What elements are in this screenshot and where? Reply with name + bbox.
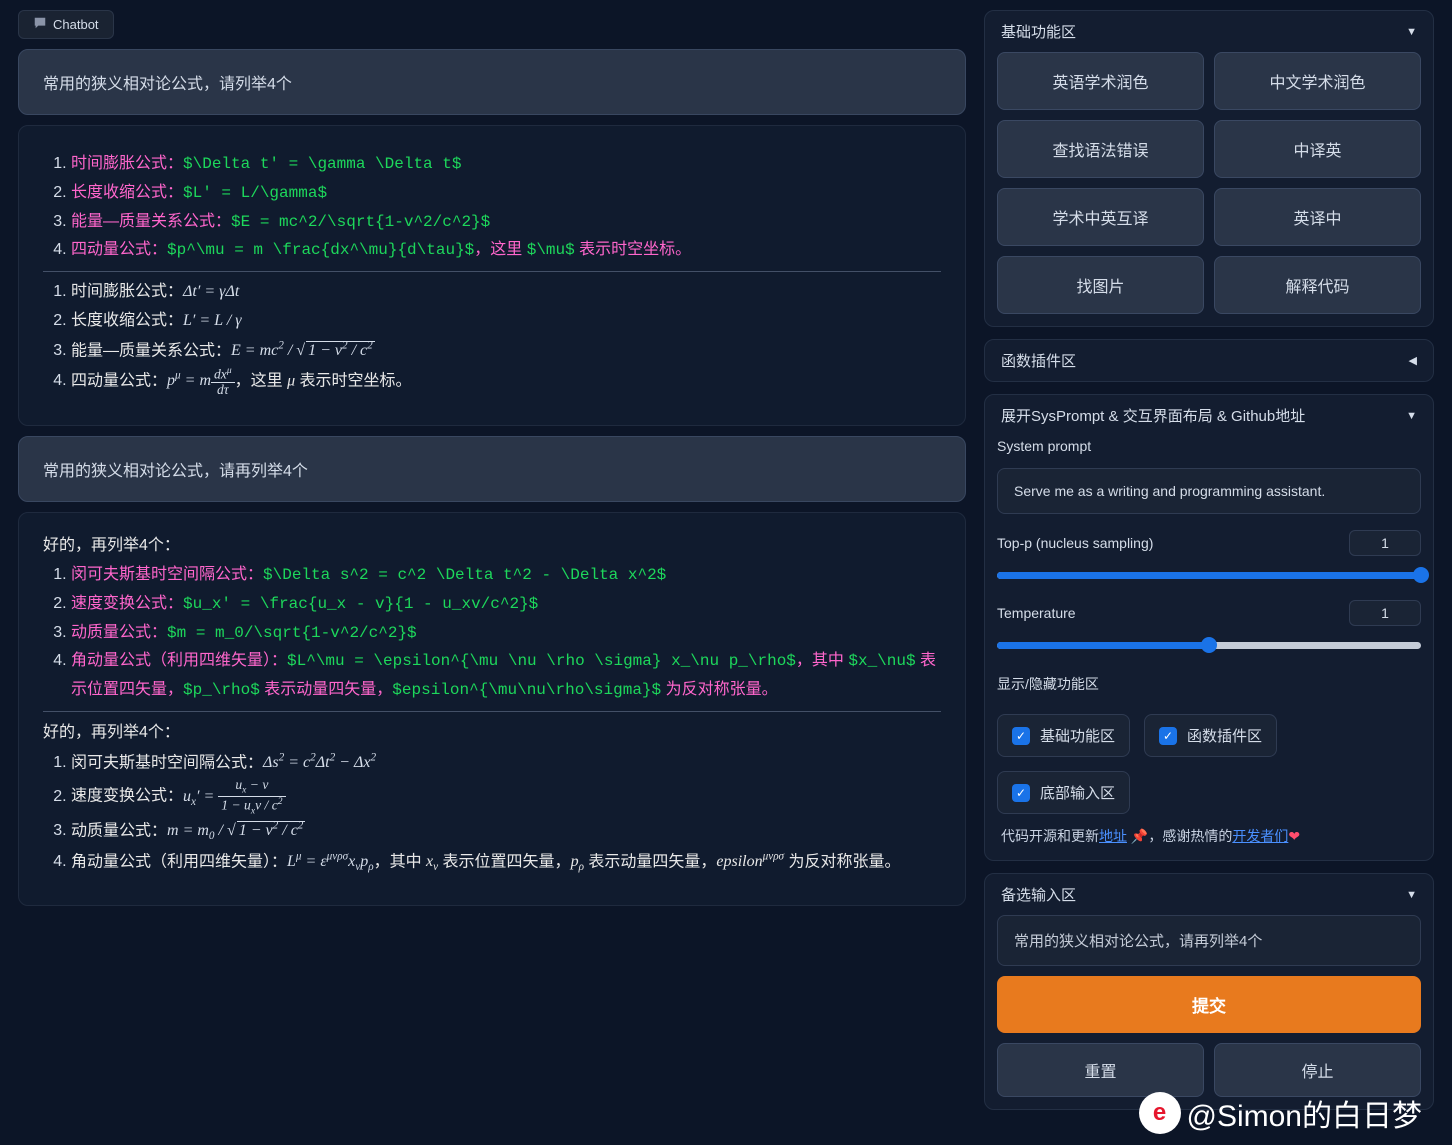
panel-func-plugin: 函数插件区 ◀ [984,339,1434,382]
temp-slider[interactable] [997,636,1421,654]
alt-input-field[interactable]: 常用的狭义相对论公式，请再列举4个 [997,915,1421,966]
list-item: 速度变换公式：$u_x' = \frac{u_x - v}{1 - u_xv/c… [71,590,941,619]
checkbox-item[interactable]: ✓底部输入区 [997,771,1130,814]
list-item: 能量—质量关系公式：E = mc2 / 1 − v2 / c2 [71,336,941,366]
chevron-left-icon: ◀ [1409,354,1417,367]
chevron-down-icon: ▼ [1406,26,1417,38]
action-button[interactable]: 中文学术润色 [1214,52,1421,110]
panel-func-head[interactable]: 函数插件区 ◀ [985,340,1433,381]
user-message-2: 常用的狭义相对论公式，请再列举4个 [18,436,966,502]
bot1-rendered-list: 时间膨胀公式：Δt′ = γΔt长度收缩公式：L′ = L / γ能量—质量关系… [71,278,941,397]
temp-value[interactable]: 1 [1349,600,1421,626]
panel-sys-head[interactable]: 展开SysPrompt & 交互界面布局 & Github地址 ▼ [985,395,1433,436]
action-button[interactable]: 英语学术润色 [997,52,1204,110]
stop-button[interactable]: 停止 [1214,1043,1421,1097]
sysprompt-input[interactable]: Serve me as a writing and programming as… [997,468,1421,514]
topp-value[interactable]: 1 [1349,530,1421,556]
panel-alt-input: 备选输入区 ▼ 常用的狭义相对论公式，请再列举4个 提交 重置 停止 [984,873,1434,1110]
devs-link[interactable]: 开发者们 [1232,828,1288,844]
list-item: 角动量公式（利用四维矢量）：Lμ = εμνρσxνpρ，其中 xν 表示位置四… [71,847,941,878]
list-item: 速度变换公式：ux′ = ux − v1 − uxv / c2 [71,778,941,816]
bot2-intro: 好的，再列举4个： [43,531,941,555]
action-button[interactable]: 找图片 [997,256,1204,314]
list-item: 四动量公式：$p^\mu = m \frac{dx^\mu}{d\tau}$，这… [71,236,941,265]
action-button[interactable]: 学术中英互译 [997,188,1204,246]
list-item: 角动量公式（利用四维矢量）：$L^\mu = \epsilon^{\mu \nu… [71,647,941,705]
list-item: 时间膨胀公式：$\Delta t' = \gamma \Delta t$ [71,150,941,179]
action-button[interactable]: 英译中 [1214,188,1421,246]
list-item: 长度收缩公式：$L' = L/\gamma$ [71,179,941,208]
bot2-rendered-list: 闵可夫斯基时空间隔公式：Δs2 = c2Δt2 − Δx2速度变换公式：ux′ … [71,748,941,877]
bot-message-1: 时间膨胀公式：$\Delta t' = \gamma \Delta t$长度收缩… [18,125,966,426]
heart-icon: ❤ [1288,828,1300,844]
panel-basic: 基础功能区 ▼ 英语学术润色中文学术润色查找语法错误中译英学术中英互译英译中找图… [984,10,1434,327]
bot2-intro2: 好的，再列举4个： [43,718,941,742]
temp-label: Temperature [997,605,1076,621]
chevron-down-icon: ▼ [1406,889,1417,901]
list-item: 闵可夫斯基时空间隔公式：Δs2 = c2Δt2 − Δx2 [71,748,941,778]
tab-chatbot[interactable]: Chatbot [18,10,114,39]
topp-label: Top-p (nucleus sampling) [997,535,1153,551]
topp-slider[interactable] [997,566,1421,584]
list-item: 动质量公式：$m = m_0/\sqrt{1-v^2/c^2}$ [71,619,941,648]
list-item: 动质量公式：m = m0 / 1 − v2 / c2 [71,816,941,847]
credits: 代码开源和更新地址 📌，感谢热情的开发者们❤ [997,824,1421,848]
user-message-1: 常用的狭义相对论公式，请列举4个 [18,49,966,115]
toggle-title: 显示/隐藏功能区 [997,674,1421,694]
chevron-down-icon: ▼ [1406,410,1417,422]
action-button[interactable]: 解释代码 [1214,256,1421,314]
checkbox-item[interactable]: ✓函数插件区 [1144,714,1277,757]
pin-icon: 📌 [1131,828,1148,844]
checkbox-icon: ✓ [1159,727,1177,745]
bot2-raw-list: 闵可夫斯基时空间隔公式：$\Delta s^2 = c^2 \Delta t^2… [71,561,941,705]
list-item: 时间膨胀公式：Δt′ = γΔt [71,278,941,307]
bot-message-2: 好的，再列举4个： 闵可夫斯基时空间隔公式：$\Delta s^2 = c^2 … [18,512,966,906]
reset-button[interactable]: 重置 [997,1043,1204,1097]
action-button[interactable]: 中译英 [1214,120,1421,178]
list-item: 闵可夫斯基时空间隔公式：$\Delta s^2 = c^2 \Delta t^2… [71,561,941,590]
checkbox-icon: ✓ [1012,784,1030,802]
panel-basic-head[interactable]: 基础功能区 ▼ [985,11,1433,52]
list-item: 长度收缩公式：L′ = L / γ [71,307,941,336]
list-item: 四动量公式：pμ = mdxμdτ，这里 μ 表示时空坐标。 [71,366,941,397]
checkbox-item[interactable]: ✓基础功能区 [997,714,1130,757]
sysprompt-label: System prompt [997,438,1421,454]
divider [43,271,941,272]
submit-button[interactable]: 提交 [997,976,1421,1033]
tab-label: Chatbot [53,17,99,32]
checkbox-icon: ✓ [1012,727,1030,745]
bot1-raw-list: 时间膨胀公式：$\Delta t' = \gamma \Delta t$长度收缩… [71,150,941,265]
source-link[interactable]: 地址 [1099,828,1127,844]
action-button[interactable]: 查找语法错误 [997,120,1204,178]
list-item: 能量—质量关系公式：$E = mc^2/\sqrt{1-v^2/c^2}$ [71,208,941,237]
panel-alt-head[interactable]: 备选输入区 ▼ [985,874,1433,915]
divider [43,711,941,712]
chat-icon [33,16,47,33]
panel-sysprompt: 展开SysPrompt & 交互界面布局 & Github地址 ▼ System… [984,394,1434,861]
